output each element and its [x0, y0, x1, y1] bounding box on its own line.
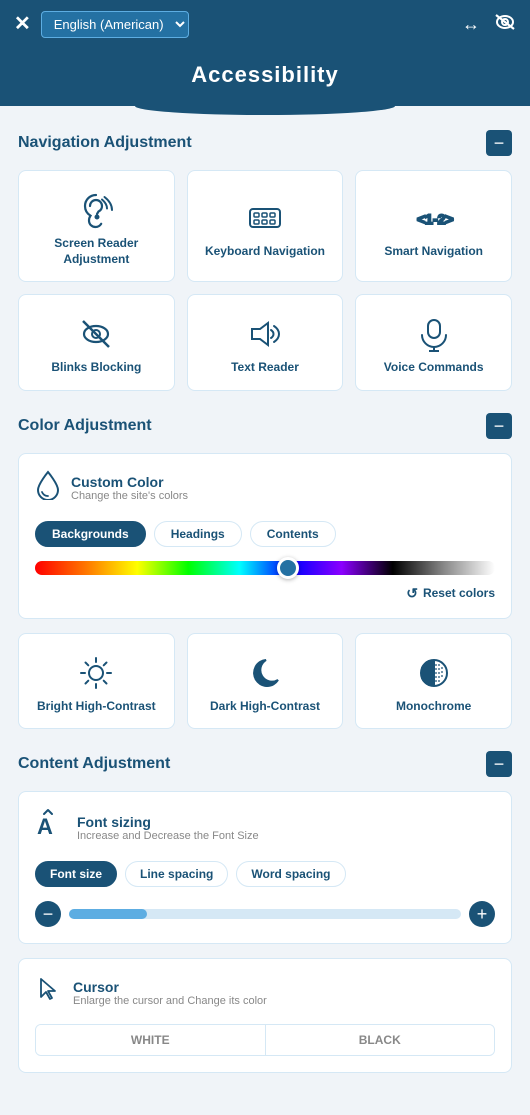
- page-title: Accessibility: [0, 62, 530, 88]
- font-sizing-box: A Font sizing Increase and Decrease the …: [18, 791, 512, 944]
- font-size-slider-fill: [69, 909, 147, 919]
- close-button[interactable]: ✕: [14, 14, 31, 34]
- eye-crossed-icon: [75, 313, 117, 360]
- cursor-box: Cursor Enlarge the cursor and Change its…: [18, 958, 512, 1073]
- voice-commands-label: Voice Commands: [384, 360, 484, 376]
- cursor-icon: [35, 975, 63, 1010]
- custom-color-subtitle: Change the site's colors: [71, 490, 188, 502]
- language-select[interactable]: English (American): [41, 11, 189, 38]
- font-sizing-icon: A: [35, 808, 67, 847]
- dark-high-contrast-label: Dark High-Contrast: [210, 699, 320, 715]
- ear-icon: [75, 189, 117, 236]
- font-size-decrease-button[interactable]: −: [35, 901, 61, 927]
- font-tab-row: Font size Line spacing Word spacing: [35, 861, 495, 887]
- screen-reader-card[interactable]: Screen ReaderAdjustment: [18, 170, 175, 282]
- eye-slash-icon[interactable]: [494, 13, 516, 36]
- smart-nav-card[interactable]: <1-2> Smart Navigation: [355, 170, 512, 282]
- screen-reader-label: Screen ReaderAdjustment: [54, 236, 138, 267]
- color-tab-row: Backgrounds Headings Contents: [35, 521, 495, 547]
- reset-colors-label: Reset colors: [423, 586, 495, 600]
- content-collapse-button[interactable]: −: [486, 751, 512, 777]
- keyboard-nav-card[interactable]: Keyboard Navigation: [187, 170, 344, 282]
- custom-color-title: Custom Color: [71, 474, 188, 490]
- blinks-blocking-label: Blinks Blocking: [51, 360, 141, 376]
- font-size-slider-track[interactable]: [69, 909, 461, 919]
- nav-arrows-icon: <1-2>: [413, 197, 455, 244]
- cursor-black-option[interactable]: BLACK: [266, 1025, 495, 1055]
- cursor-header: Cursor Enlarge the cursor and Change its…: [35, 975, 495, 1010]
- headings-tab[interactable]: Headings: [154, 521, 242, 547]
- text-reader-label: Text Reader: [231, 360, 299, 376]
- text-reader-card[interactable]: Text Reader: [187, 294, 344, 391]
- svg-text:<1-2>: <1-2>: [417, 211, 454, 227]
- speaker-icon: [244, 313, 286, 360]
- blinks-blocking-card[interactable]: Blinks Blocking: [18, 294, 175, 391]
- word-spacing-tab[interactable]: Word spacing: [236, 861, 345, 887]
- content-section: Content Adjustment − A Font sizing Incre…: [18, 751, 512, 1073]
- font-size-tab[interactable]: Font size: [35, 861, 117, 887]
- content-section-title: Content Adjustment: [18, 755, 170, 773]
- font-sizing-subtitle: Increase and Decrease the Font Size: [77, 830, 259, 842]
- color-section: Color Adjustment − Custom Color Change t…: [18, 413, 512, 730]
- resize-icon[interactable]: ↔: [462, 14, 480, 35]
- monochrome-label: Monochrome: [396, 699, 471, 715]
- navigation-collapse-button[interactable]: −: [486, 130, 512, 156]
- cursor-white-option[interactable]: WHITE: [36, 1025, 266, 1055]
- microphone-icon: [413, 313, 455, 360]
- font-size-increase-button[interactable]: +: [469, 901, 495, 927]
- cursor-subtitle: Enlarge the cursor and Change its color: [73, 995, 267, 1007]
- water-drop-icon: [35, 470, 61, 507]
- color-collapse-button[interactable]: −: [486, 413, 512, 439]
- content-section-header: Content Adjustment −: [18, 751, 512, 777]
- navigation-section-header: Navigation Adjustment −: [18, 130, 512, 156]
- cursor-title: Cursor: [73, 979, 267, 995]
- reset-colors-button[interactable]: ↺ Reset colors: [35, 585, 495, 602]
- monochrome-card[interactable]: Monochrome: [355, 633, 512, 730]
- svg-text:A: A: [37, 814, 53, 839]
- color-section-header: Color Adjustment −: [18, 413, 512, 439]
- cursor-options: WHITE BLACK: [35, 1024, 495, 1056]
- custom-color-box: Custom Color Change the site's colors Ba…: [18, 453, 512, 619]
- backgrounds-tab[interactable]: Backgrounds: [35, 521, 146, 547]
- reset-icon: ↺: [406, 585, 418, 602]
- top-bar-left: ✕ English (American): [14, 11, 189, 38]
- keyboard-icon: [244, 197, 286, 244]
- smart-nav-label: Smart Navigation: [384, 244, 483, 260]
- font-sizing-title: Font sizing: [77, 814, 259, 830]
- navigation-section-title: Navigation Adjustment: [18, 134, 192, 152]
- contents-tab[interactable]: Contents: [250, 521, 336, 547]
- bright-high-contrast-card[interactable]: Bright High-Contrast: [18, 633, 175, 730]
- navigation-feature-grid: Screen ReaderAdjustment Keyboard Naviga: [18, 170, 512, 391]
- sun-icon: [75, 652, 117, 699]
- color-slider-wrap: [35, 561, 495, 575]
- color-slider-thumb[interactable]: [277, 557, 299, 579]
- dark-high-contrast-card[interactable]: Dark High-Contrast: [187, 633, 344, 730]
- half-circle-icon: [413, 652, 455, 699]
- font-size-control: − +: [35, 901, 495, 927]
- color-feature-grid: Bright High-Contrast Dark High-Contrast: [18, 633, 512, 730]
- moon-icon: [244, 652, 286, 699]
- voice-commands-card[interactable]: Voice Commands: [355, 294, 512, 391]
- top-bar-right: ↔: [462, 13, 516, 36]
- main-content: Navigation Adjustment − Screen ReaderAdj…: [0, 106, 530, 1115]
- top-bar: ✕ English (American) ↔: [0, 0, 530, 48]
- font-sizing-header: A Font sizing Increase and Decrease the …: [35, 808, 495, 847]
- custom-color-header: Custom Color Change the site's colors: [35, 470, 495, 507]
- keyboard-nav-label: Keyboard Navigation: [205, 244, 325, 260]
- color-section-title: Color Adjustment: [18, 417, 152, 435]
- navigation-section: Navigation Adjustment − Screen ReaderAdj…: [18, 130, 512, 391]
- color-gradient-bar[interactable]: [35, 561, 495, 575]
- title-banner: Accessibility: [0, 48, 530, 106]
- bright-high-contrast-label: Bright High-Contrast: [37, 699, 156, 715]
- line-spacing-tab[interactable]: Line spacing: [125, 861, 228, 887]
